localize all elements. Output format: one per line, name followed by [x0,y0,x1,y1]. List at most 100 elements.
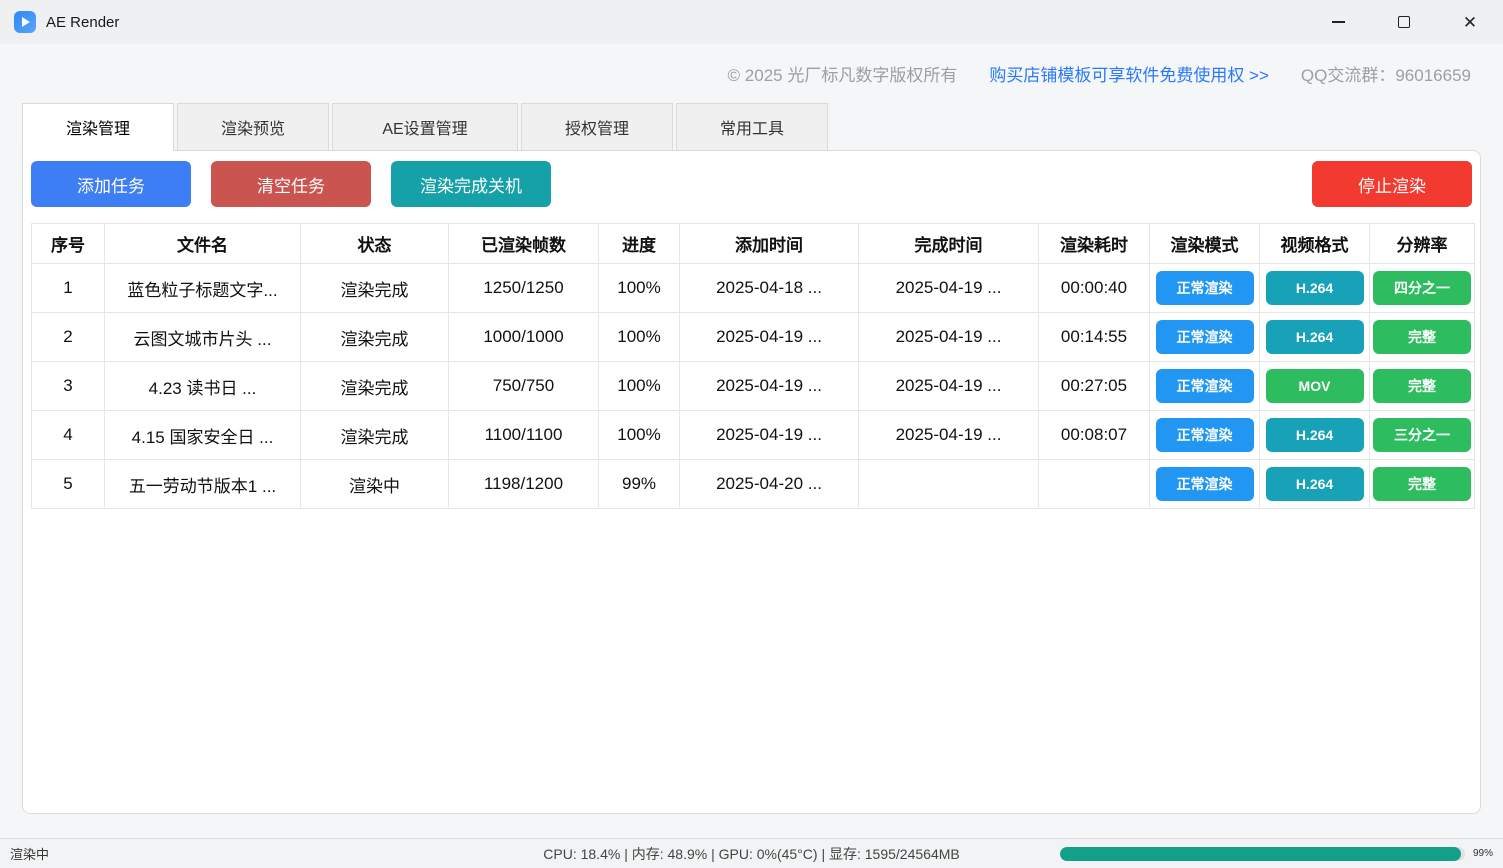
column-header: 状态 [301,224,449,264]
tab-common-tools[interactable]: 常用工具 [676,103,828,151]
table-row[interactable]: 44.15 国家安全日 ...渲染完成1100/1100100%2025-04-… [32,411,1475,460]
column-header: 已渲染帧数 [449,224,599,264]
cell-frames: 1198/1200 [449,460,599,509]
maximize-icon [1398,16,1410,28]
promo-link[interactable]: 购买店铺模板可享软件免费使用权 >> [989,61,1269,86]
cell-filename: 蓝色粒子标题文字... [105,264,301,313]
render-mode-badge[interactable]: 正常渲染 [1156,320,1254,354]
column-header: 文件名 [105,224,301,264]
app-logo-icon [14,11,36,33]
table-row[interactable]: 34.23 读书日 ...渲染完成750/750100%2025-04-19 .… [32,362,1475,411]
resolution-badge[interactable]: 完整 [1373,467,1471,501]
main-panel: 添加任务 清空任务 渲染完成关机 停止渲染 序号文件名状态已渲染帧数进度添加时间… [22,150,1481,814]
cell-progress: 100% [599,362,680,411]
render-mode-badge-cell: 正常渲染 [1150,411,1260,460]
resolution-badge-cell: 完整 [1370,362,1475,411]
column-header: 视频格式 [1260,224,1370,264]
video-format-badge[interactable]: H.264 [1266,271,1364,305]
cell-duration [1039,460,1150,509]
minimize-button[interactable] [1305,0,1371,44]
render-mode-badge[interactable]: 正常渲染 [1156,418,1254,452]
cell-completed-time [859,460,1039,509]
resolution-badge[interactable]: 完整 [1373,369,1471,403]
video-format-badge-cell: H.264 [1260,264,1370,313]
cell-progress: 100% [599,411,680,460]
video-format-badge[interactable]: MOV [1266,369,1364,403]
column-header: 渲染模式 [1150,224,1260,264]
shutdown-after-render-button[interactable]: 渲染完成关机 [391,161,551,207]
progress-group: 99% [1060,847,1493,861]
video-format-badge[interactable]: H.264 [1266,467,1364,501]
qq-group-text: QQ交流群：96016659 [1301,61,1471,86]
column-header: 添加时间 [680,224,859,264]
cell-added-time: 2025-04-18 ... [680,264,859,313]
render-status-text: 渲染中 [10,844,49,863]
cell-progress: 100% [599,264,680,313]
render-mode-badge[interactable]: 正常渲染 [1156,369,1254,403]
statusbar: 渲染中 CPU: 18.4% | 内存: 48.9% | GPU: 0%(45°… [0,838,1503,868]
resolution-badge[interactable]: 三分之一 [1373,418,1471,452]
tab-ae-settings[interactable]: AE设置管理 [332,103,518,151]
cell-progress: 100% [599,313,680,362]
resolution-badge[interactable]: 四分之一 [1373,271,1471,305]
cell-added-time: 2025-04-19 ... [680,362,859,411]
add-task-button[interactable]: 添加任务 [31,161,191,207]
cell-duration: 00:27:05 [1039,362,1150,411]
render-mode-badge[interactable]: 正常渲染 [1156,467,1254,501]
resolution-badge-cell: 三分之一 [1370,411,1475,460]
render-mode-badge-cell: 正常渲染 [1150,362,1260,411]
cell-frames: 1000/1000 [449,313,599,362]
render-progress-bar [1060,847,1465,861]
header-strip: © 2025 光厂标凡数字版权所有 购买店铺模板可享软件免费使用权 >> QQ交… [0,44,1503,103]
cell-index: 4 [32,411,105,460]
table-row[interactable]: 1蓝色粒子标题文字...渲染完成1250/1250100%2025-04-18 … [32,264,1475,313]
app-title: AE Render [46,14,119,31]
titlebar: AE Render ✕ [0,0,1503,44]
maximize-button[interactable] [1371,0,1437,44]
video-format-badge-cell: MOV [1260,362,1370,411]
cell-index: 2 [32,313,105,362]
cell-completed-time: 2025-04-19 ... [859,264,1039,313]
tab-render-preview[interactable]: 渲染预览 [177,103,329,151]
clear-tasks-button[interactable]: 清空任务 [211,161,371,207]
app-window: AE Render ✕ © 2025 光厂标凡数字版权所有 购买店铺模板可享软件… [0,0,1503,868]
cell-status: 渲染完成 [301,313,449,362]
tab-render-management[interactable]: 渲染管理 [22,103,174,151]
render-mode-badge-cell: 正常渲染 [1150,313,1260,362]
cell-status: 渲染完成 [301,264,449,313]
video-format-badge-cell: H.264 [1260,411,1370,460]
column-header: 分辨率 [1370,224,1475,264]
progress-percent-label: 99% [1473,848,1493,859]
progress-fill [1060,847,1461,861]
render-mode-badge[interactable]: 正常渲染 [1156,271,1254,305]
cell-filename: 4.15 国家安全日 ... [105,411,301,460]
table-row[interactable]: 2云图文城市片头 ...渲染完成1000/1000100%2025-04-19 … [32,313,1475,362]
close-button[interactable]: ✕ [1437,0,1503,44]
table-header-row: 序号文件名状态已渲染帧数进度添加时间完成时间渲染耗时渲染模式视频格式分辨率 [32,224,1475,264]
column-header: 序号 [32,224,105,264]
cell-frames: 1250/1250 [449,264,599,313]
minimize-icon [1332,21,1345,23]
table-row[interactable]: 5五一劳动节版本1 ...渲染中1198/120099%2025-04-20 .… [32,460,1475,509]
stop-render-button[interactable]: 停止渲染 [1312,161,1472,207]
cell-completed-time: 2025-04-19 ... [859,411,1039,460]
window-controls: ✕ [1305,0,1503,44]
cell-duration: 00:00:40 [1039,264,1150,313]
cell-status: 渲染完成 [301,411,449,460]
cell-completed-time: 2025-04-19 ... [859,313,1039,362]
video-format-badge[interactable]: H.264 [1266,320,1364,354]
cell-index: 1 [32,264,105,313]
copyright-text: © 2025 光厂标凡数字版权所有 [728,61,958,86]
resolution-badge-cell: 完整 [1370,460,1475,509]
cell-duration: 00:14:55 [1039,313,1150,362]
toolbar: 添加任务 清空任务 渲染完成关机 停止渲染 [31,161,1472,207]
resolution-badge-cell: 四分之一 [1370,264,1475,313]
resolution-badge[interactable]: 完整 [1373,320,1471,354]
cell-added-time: 2025-04-19 ... [680,411,859,460]
tab-authorization[interactable]: 授权管理 [521,103,673,151]
video-format-badge-cell: H.264 [1260,460,1370,509]
cell-completed-time: 2025-04-19 ... [859,362,1039,411]
cell-index: 3 [32,362,105,411]
cell-index: 5 [32,460,105,509]
video-format-badge[interactable]: H.264 [1266,418,1364,452]
